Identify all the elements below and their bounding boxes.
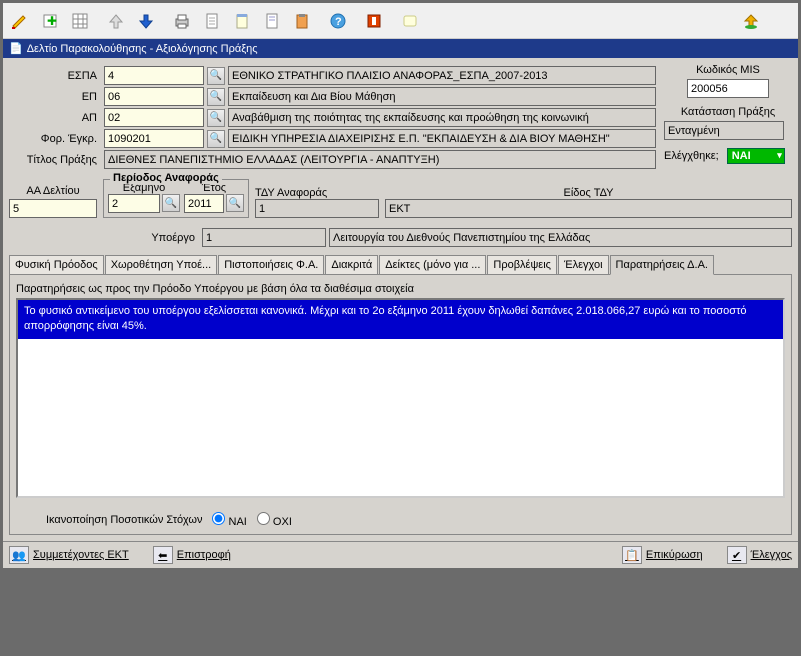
- footer-back-link[interactable]: ⬅Επιστροφή: [153, 546, 231, 564]
- for-label: Φορ. Έγκρ.: [9, 133, 101, 145]
- espa-label: ΕΣΠΑ: [9, 70, 101, 82]
- ep-code-input[interactable]: [104, 87, 204, 106]
- ap-label: ΑΠ: [9, 112, 101, 124]
- check-icon: ✔: [727, 546, 747, 564]
- people-icon: 👥: [9, 546, 29, 564]
- tool-down-arrow-icon[interactable]: [132, 7, 160, 35]
- tdy-input: [255, 199, 379, 218]
- back-arrow-icon: ⬅: [153, 546, 173, 564]
- window-title: Δελτίο Παρακολούθησης - Αξιολόγησης Πράξ…: [27, 43, 258, 55]
- ap-desc: [228, 108, 656, 127]
- semester-lookup-button[interactable]: 🔍: [162, 194, 180, 212]
- status-value: [664, 121, 784, 140]
- tab-forecasts[interactable]: Προβλέψεις: [487, 255, 557, 274]
- window-titlebar: 📄 Δελτίο Παρακολούθησης - Αξιολόγησης Πρ…: [3, 39, 798, 58]
- svg-text:✚: ✚: [47, 14, 57, 28]
- tab-observations[interactable]: Παρατηρήσεις Δ.Α.: [610, 255, 714, 275]
- tool-print-icon[interactable]: [168, 7, 196, 35]
- subproj-desc: [329, 228, 792, 247]
- ap-lookup-button[interactable]: 🔍: [207, 109, 225, 127]
- tool-up-arrow-icon[interactable]: [102, 7, 130, 35]
- radio-group-label: Ικανοποίηση Ποσοτικών Στόχων: [46, 514, 202, 526]
- title-label: Τίτλος Πράξης: [9, 154, 101, 166]
- tab-indicators[interactable]: Δείκτες (μόνο για ...: [379, 255, 486, 274]
- for-desc: [228, 129, 656, 148]
- footer-validate-link[interactable]: 📋Επικύρωση: [622, 546, 703, 564]
- checked-chip[interactable]: ΝΑΙ: [727, 148, 785, 164]
- tab-physical[interactable]: Φυσική Πρόοδος: [9, 255, 104, 274]
- tool-stop-icon[interactable]: [360, 7, 388, 35]
- kind-label: Είδος ΤΔΥ: [385, 187, 792, 199]
- tool-grid-icon[interactable]: [66, 7, 94, 35]
- radio-yes[interactable]: ΝΑΙ: [212, 512, 246, 528]
- tab-location[interactable]: Χωροθέτηση Υποέ...: [105, 255, 218, 274]
- tool-doc-icon[interactable]: [258, 7, 286, 35]
- ep-label: ΕΠ: [9, 91, 101, 103]
- tool-help-icon[interactable]: ?: [324, 7, 352, 35]
- observations-label: Παρατηρήσεις ως προς την Πρόοδο Υποέργου…: [16, 283, 785, 295]
- footer-ekt-link[interactable]: 👥Συμμετέχοντες ΕΚΤ: [9, 546, 129, 564]
- tdy-label: ΤΔΥ Αναφοράς: [255, 187, 379, 199]
- tab-strip: Φυσική Πρόοδος Χωροθέτηση Υποέ... Πιστοπ…: [9, 255, 792, 275]
- mis-value[interactable]: [687, 79, 769, 98]
- tool-clipboard-icon[interactable]: [288, 7, 316, 35]
- radio-no[interactable]: ΟΧΙ: [257, 512, 292, 528]
- subproj-label: Υποέργο: [9, 232, 199, 244]
- main-toolbar: ✚ ?: [3, 3, 798, 39]
- footer-check-link[interactable]: ✔Έλεγχος: [727, 546, 792, 564]
- status-label: Κατάσταση Πράξης: [664, 106, 792, 118]
- tool-edit-icon[interactable]: [6, 7, 34, 35]
- tab-certs[interactable]: Πιστοποιήσεις Φ.Α.: [218, 255, 324, 274]
- ap-code-input[interactable]: [104, 108, 204, 127]
- title-value: [104, 150, 656, 169]
- tab-checks[interactable]: Έλεγχοι: [558, 255, 609, 274]
- year-lookup-button[interactable]: 🔍: [226, 194, 244, 212]
- tool-page-icon[interactable]: [198, 7, 226, 35]
- footer-bar: 👥Συμμετέχοντες ΕΚΤ ⬅Επιστροφή 📋Επικύρωση…: [3, 541, 798, 568]
- observations-textarea[interactable]: Το φυσικό αντικείμενο του υποέργου εξελί…: [16, 298, 785, 498]
- year-input[interactable]: [184, 194, 224, 213]
- tab-discrete[interactable]: Διακριτά: [325, 255, 378, 274]
- ep-lookup-button[interactable]: 🔍: [207, 88, 225, 106]
- ep-desc: [228, 87, 656, 106]
- mis-label: Κωδικός MIS: [664, 64, 792, 76]
- svg-text:?: ?: [335, 16, 342, 28]
- espa-lookup-button[interactable]: 🔍: [207, 67, 225, 85]
- for-code-input[interactable]: [104, 129, 204, 148]
- tool-notepad-icon[interactable]: [228, 7, 256, 35]
- semester-input[interactable]: [108, 194, 160, 213]
- observations-text: Το φυσικό αντικείμενο του υποέργου εξελί…: [18, 300, 783, 339]
- tool-note-icon[interactable]: [396, 7, 424, 35]
- checked-label: Ελέγχθηκε;: [664, 150, 723, 162]
- aa-label: ΑΑ Δελτίου: [9, 185, 97, 197]
- tool-new-icon[interactable]: ✚: [36, 7, 64, 35]
- tool-export-icon[interactable]: [737, 7, 765, 35]
- subproj-code: [202, 228, 326, 247]
- espa-code-input[interactable]: [104, 66, 204, 85]
- espa-desc: [228, 66, 656, 85]
- aa-input[interactable]: [9, 199, 97, 218]
- for-lookup-button[interactable]: 🔍: [207, 130, 225, 148]
- check-clipboard-icon: 📋: [622, 546, 642, 564]
- period-legend: Περίοδος Αναφοράς: [110, 172, 222, 184]
- kind-input: [385, 199, 792, 218]
